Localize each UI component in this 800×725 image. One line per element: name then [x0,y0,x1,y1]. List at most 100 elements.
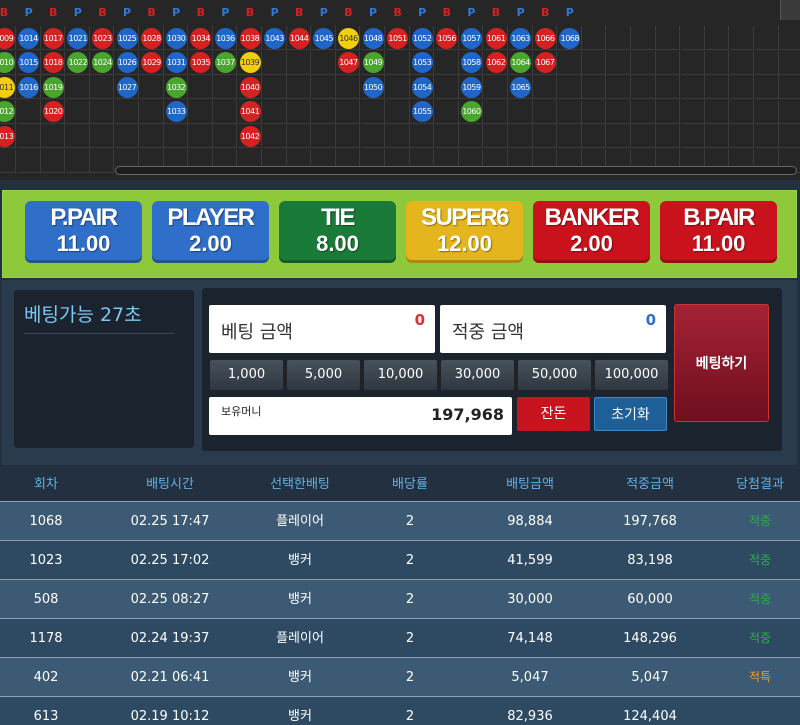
road-map-cell [90,99,115,124]
road-map-cell [336,75,361,99]
road-map-cell [41,148,66,173]
road-map-ball: 1062 [485,52,507,73]
road-map-cell [779,100,800,124]
road-map-cell [115,99,139,124]
road-map-ball: 1027 [116,76,138,98]
bet-tile-player[interactable]: PLAYER 2.00 [152,201,269,263]
table-cell: 508 [33,592,59,607]
road-map-cell [730,50,754,75]
bet-tile-p-pair[interactable]: P.PAIR 11.00 [25,201,142,263]
road-map-cell [361,99,385,124]
road-map-cell [754,75,779,99]
road-map-cell [656,26,681,50]
table-cell: 플레이어 [276,514,324,529]
table-cell: 02.25 17:02 [130,553,210,568]
bet-tile-odds: 2.00 [189,231,232,256]
road-map-ball: 1056 [436,27,458,49]
table-cell: 뱅커 [288,553,312,568]
road-map-ball: 1036 [214,27,236,49]
road-map-header: B [98,6,107,19]
road-map-ball: 1026 [116,52,138,73]
table-cell: 2 [405,631,415,646]
bet-tile-tie[interactable]: TIE 8.00 [279,201,396,263]
bet-amount-value: 0 [414,311,425,329]
road-map-ball: 1045 [313,27,335,49]
road-map-ball: 1038 [239,27,261,49]
road-map-ball: 1054 [411,76,433,98]
road-map-ball: 1063 [510,27,532,49]
road-map-cell [139,75,164,99]
road-map-cell [311,50,336,75]
road-map-cell [779,26,800,50]
place-bet-button[interactable]: 베팅하기 [674,304,769,422]
table-header-cell: 배당률 [392,477,428,492]
road-map-cell [705,50,730,75]
road-map-cell [484,75,508,99]
table-header-cell: 선택한배팅 [270,477,330,492]
chip-button[interactable]: 5,000 [286,359,361,391]
road-map-ball: 1017 [42,27,64,49]
chip-button[interactable]: 10,000 [363,359,438,391]
road-map-cell [582,26,607,50]
reset-button[interactable]: 초기화 [594,397,667,431]
road-map-cell [459,124,484,148]
road-map-cell [754,124,779,148]
road-map-cell [680,99,705,124]
road-map-ball: 1030 [165,27,187,49]
road-map-header: B [294,6,304,19]
road-map-cell [287,124,312,148]
bet-tile-name: P.PAIR [50,204,118,231]
road-map-cell [656,50,681,75]
road-map-cell [730,99,754,124]
road-map-ball: 1050 [362,76,384,98]
road-map-scrollbar[interactable] [115,166,797,175]
road-map-cell [557,50,582,75]
change-button[interactable]: 잔돈 [517,397,590,431]
road-map-header: P [368,6,378,19]
road-map-header: B [491,6,501,19]
road-map-cell [115,124,139,148]
road-map-ball: 1016 [18,76,40,98]
table-cell: 82,936 [507,709,553,724]
chip-button[interactable]: 50,000 [517,359,592,391]
road-map-cell [730,124,754,148]
road-map-cell [582,50,607,75]
road-map-cell [336,124,361,148]
road-map-header: P [221,6,230,19]
road-map-ball: 1034 [190,27,212,49]
road-map-cell [65,99,90,124]
road-map-ball: 1057 [460,27,482,49]
table-cell: 뱅커 [288,592,312,607]
road-map-cell [90,75,115,99]
bet-amount-field[interactable]: 베팅 금액 0 [209,305,435,353]
table-cell: 02.21 06:41 [130,670,210,685]
table-cell: 02.24 19:37 [130,631,210,646]
bet-tile-super6[interactable]: SUPER6 12.00 [406,201,523,263]
road-map-cell [680,50,705,75]
road-map-cell [680,124,705,148]
bet-tile-b-pair[interactable]: B.PAIR 11.00 [660,201,777,263]
bet-tile-banker[interactable]: BANKER 2.00 [533,201,650,263]
road-map-header: P [467,6,476,19]
road-map-ball: 1024 [91,52,113,73]
road-map-cell [533,99,558,124]
chip-button[interactable]: 30,000 [440,359,515,391]
table-cell: 5,047 [511,670,549,685]
road-map-ball: 1046 [337,27,359,49]
road-map-ball: 1067 [534,52,556,73]
expand-icon[interactable] [780,0,800,20]
road-map-cell [361,124,385,148]
road-map-cell [779,75,800,99]
chip-button[interactable]: 100,000 [594,359,669,391]
road-map-ball: 1019 [42,76,64,98]
result-badge: 적중 [748,631,772,645]
road-map-cell [188,75,213,99]
chip-button[interactable]: 1,000 [209,359,284,391]
result-badge: 적중 [748,514,772,528]
table-row: 402 02.21 06:41 뱅커 2 5,047 5,047 적특 [0,657,800,696]
bet-timer: 베팅가능 27초 [24,300,174,334]
road-map-cell [484,99,508,124]
road-map-cell [287,75,312,99]
road-map-header: P [565,6,574,19]
road-map-cell [631,50,656,75]
